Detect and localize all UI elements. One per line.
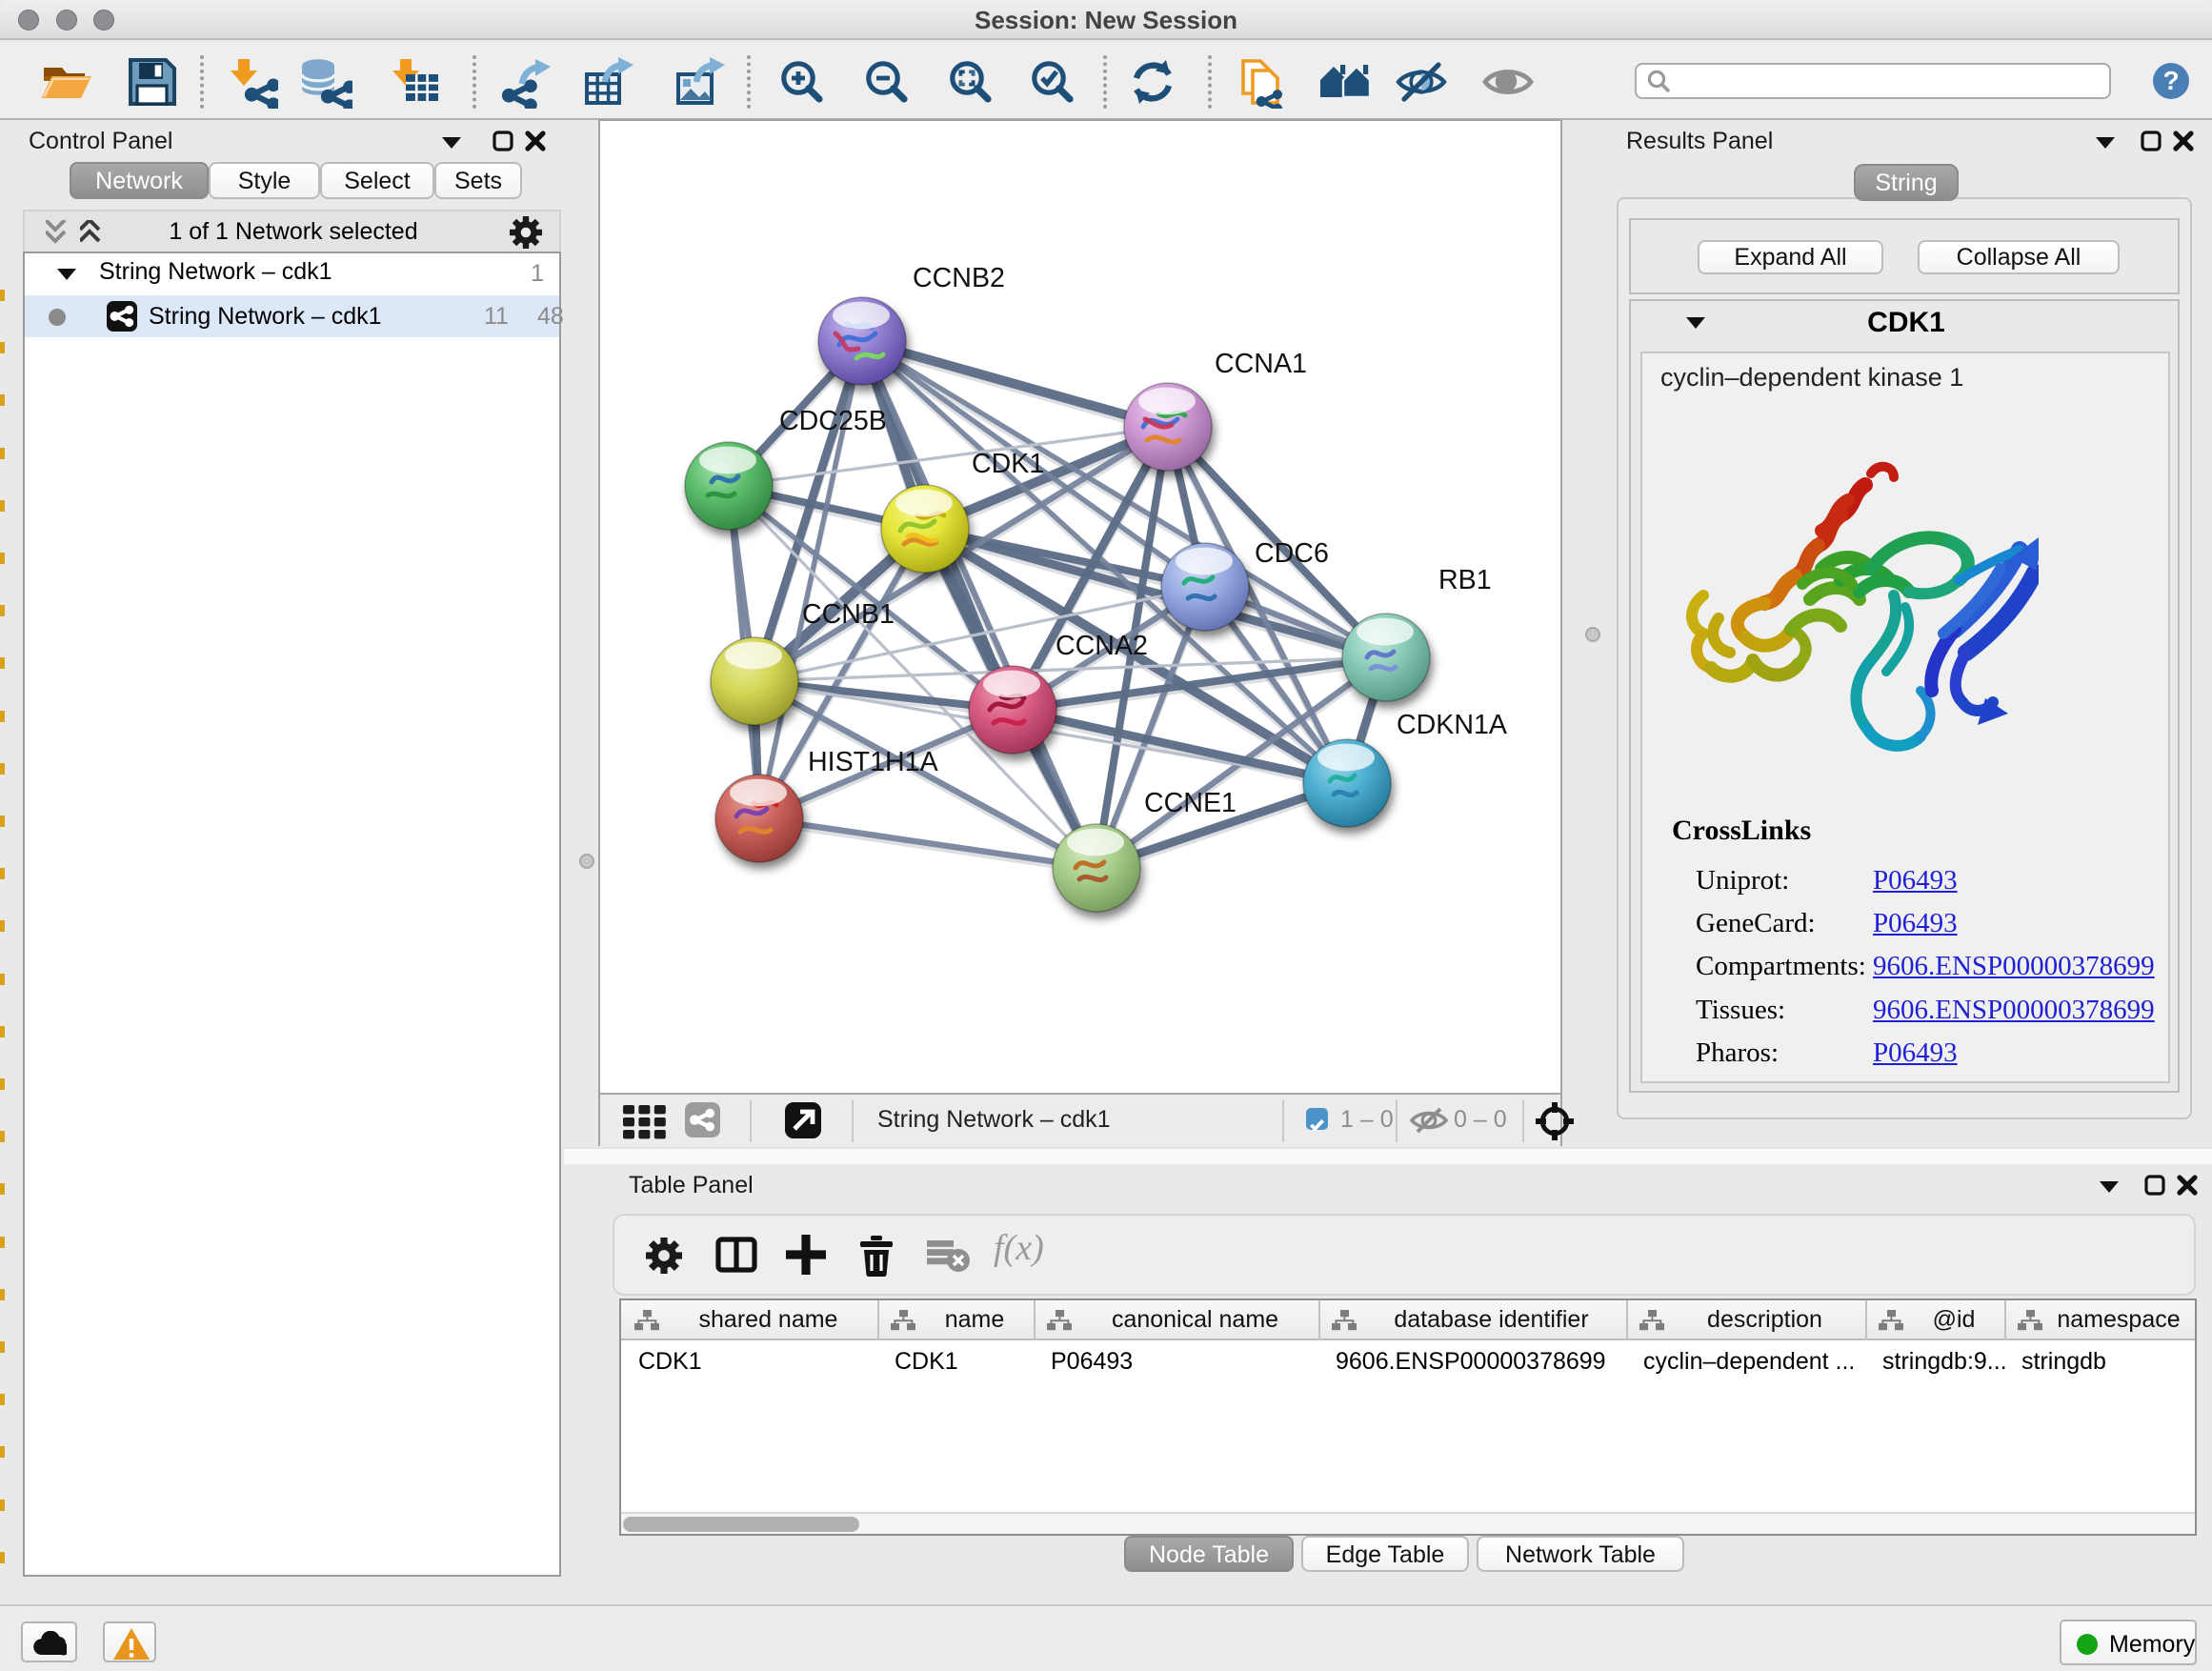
svg-text:CCNA1: CCNA1	[1215, 349, 1307, 379]
svg-text:CCNA2: CCNA2	[1056, 631, 1148, 661]
svg-text:CCNE1: CCNE1	[1144, 788, 1237, 818]
svg-text:CCNB2: CCNB2	[913, 263, 1005, 293]
svg-text:CCNB1: CCNB1	[802, 599, 895, 630]
svg-text:RB1: RB1	[1438, 565, 1492, 595]
svg-text:HIST1H1A: HIST1H1A	[808, 747, 939, 777]
svg-text:CDC6: CDC6	[1255, 538, 1329, 569]
svg-text:CDKN1A: CDKN1A	[1397, 710, 1508, 740]
svg-text:CDC25B: CDC25B	[779, 406, 887, 436]
svg-text:CDK1: CDK1	[972, 449, 1044, 479]
